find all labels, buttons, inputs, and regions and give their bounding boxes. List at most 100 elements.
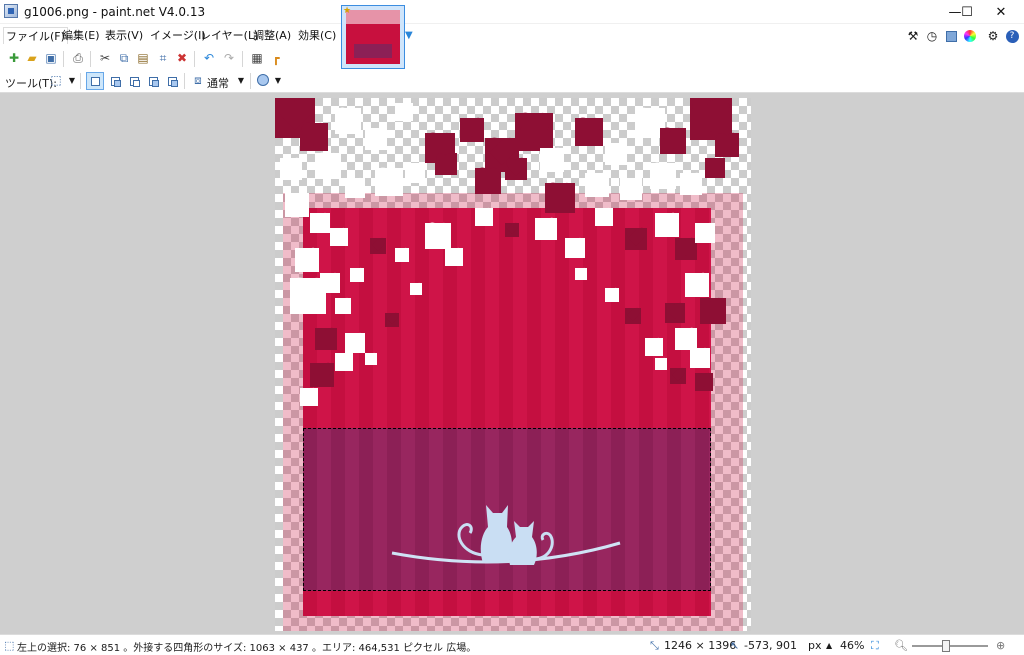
- selection-quality-icon[interactable]: ⧈: [190, 72, 206, 88]
- heart-shape: [705, 158, 725, 178]
- heart-shape: [295, 248, 319, 272]
- heart-shape: [540, 148, 564, 172]
- redo-icon[interactable]: ↷: [221, 50, 237, 66]
- settings-gear-icon[interactable]: ⚙: [985, 28, 1001, 44]
- selection-mode-exclude-button[interactable]: [125, 72, 143, 90]
- zoom-in-icon[interactable]: ⊕: [996, 639, 1005, 652]
- image-canvas[interactable]: [275, 98, 751, 631]
- canvas-workspace[interactable]: [0, 93, 1024, 634]
- close-button[interactable]: ✕: [978, 0, 1024, 24]
- crop-icon[interactable]: ⌗: [155, 50, 171, 66]
- units-selector[interactable]: px: [808, 639, 822, 652]
- heart-shape: [385, 313, 399, 327]
- heart-shape: [395, 103, 413, 121]
- selection-marquee[interactable]: [303, 428, 711, 591]
- heart-shape: [300, 123, 328, 151]
- heart-shape: [280, 158, 302, 180]
- heart-shape: [395, 248, 409, 262]
- menu-edit[interactable]: 編集(E): [62, 27, 100, 44]
- heart-shape: [335, 108, 361, 134]
- selection-mode-intersect-button[interactable]: [144, 72, 162, 90]
- layers-window-icon[interactable]: [943, 28, 959, 44]
- selection-mode-replace-button[interactable]: [86, 72, 104, 90]
- heart-shape: [655, 213, 679, 237]
- print-icon[interactable]: ⎙: [70, 50, 86, 66]
- heart-shape: [285, 193, 309, 217]
- colors-window-icon[interactable]: [962, 28, 978, 44]
- open-file-icon[interactable]: ▰: [24, 50, 40, 66]
- heart-shape: [425, 223, 451, 249]
- toolbar-separator: [80, 73, 81, 89]
- selection-info: 左上の選択: 76 × 851 。外接する四角形のサイズ: 1063 × 437…: [17, 643, 477, 654]
- heart-shape: [310, 363, 334, 387]
- menu-view[interactable]: 表示(V): [105, 27, 143, 44]
- heart-shape: [695, 223, 715, 243]
- selection-mode-union-button[interactable]: [106, 72, 124, 90]
- heart-shape: [665, 303, 685, 323]
- heart-shape: [660, 128, 686, 154]
- heart-shape: [645, 338, 663, 356]
- cut-icon[interactable]: ✂: [97, 50, 113, 66]
- heart-shape: [595, 208, 613, 226]
- menu-layers[interactable]: レイヤー(L): [200, 27, 258, 44]
- zoom-slider-thumb[interactable]: [942, 640, 950, 652]
- heart-shape: [345, 178, 365, 198]
- grid-icon[interactable]: ▦: [249, 50, 265, 66]
- menu-image[interactable]: イメージ(I): [150, 27, 206, 44]
- undo-icon[interactable]: ↶: [201, 50, 217, 66]
- toolbar-separator: [250, 73, 251, 89]
- heart-shape: [405, 163, 425, 183]
- heart-shape: [625, 228, 647, 250]
- selection-mode-invert-button[interactable]: [163, 72, 181, 90]
- zoom-level[interactable]: 46%: [840, 639, 864, 652]
- heart-shape: [695, 373, 713, 391]
- title-bar: g1006.png - paint.net V4.0.13 — ☐ ✕: [0, 0, 1024, 24]
- zoom-slider-track[interactable]: [912, 645, 988, 647]
- heart-shape: [715, 133, 739, 157]
- main-toolbar: ✚ ▰ ▣ ⎙ ✂ ⧉ ▤ ⌗ ✖ ↶ ↷ ▦ ┏: [0, 47, 1024, 69]
- heart-shape: [565, 238, 585, 258]
- blend-mode-dropdown-arrow-icon[interactable]: ▼: [233, 72, 249, 88]
- menu-effects[interactable]: 効果(C): [298, 27, 336, 44]
- deselect-icon[interactable]: ✖: [174, 50, 190, 66]
- heart-shape: [375, 168, 403, 196]
- save-icon[interactable]: ▣: [43, 50, 59, 66]
- heart-shape: [365, 128, 387, 150]
- heart-shape: [655, 358, 667, 370]
- heart-shape: [335, 353, 353, 371]
- blend-mode-value[interactable]: 通常: [207, 75, 229, 91]
- heart-shape: [315, 328, 337, 350]
- heart-shape: [410, 283, 422, 295]
- tools-window-icon[interactable]: ⚒: [905, 28, 921, 44]
- antialias-dropdown-arrow-icon[interactable]: ▼: [270, 72, 286, 88]
- antialias-icon[interactable]: [255, 72, 271, 88]
- units-dropdown-arrow-icon[interactable]: ▲: [826, 641, 832, 650]
- cursor-position-icon: ↖: [730, 639, 740, 652]
- tool-dropdown-arrow-icon[interactable]: ▼: [64, 72, 80, 88]
- toolbar-separator: [184, 73, 185, 89]
- zoom-out-icon[interactable]: 🔍︎: [894, 639, 908, 652]
- heart-shape: [670, 368, 686, 384]
- heart-shape: [650, 163, 676, 189]
- heart-shape: [475, 208, 493, 226]
- heart-shape: [300, 388, 318, 406]
- copy-icon[interactable]: ⧉: [116, 50, 132, 66]
- heart-shape: [620, 178, 642, 200]
- heart-shape: [690, 348, 710, 368]
- history-window-icon[interactable]: ◷: [924, 28, 940, 44]
- selection-icon: ⬚: [4, 639, 15, 652]
- zoom-to-window-icon[interactable]: ⛶: [871, 639, 879, 653]
- help-icon[interactable]: ?: [1004, 28, 1020, 44]
- menu-file[interactable]: ファイル(F): [3, 27, 68, 44]
- heart-shape: [685, 273, 709, 297]
- heart-shape: [350, 268, 364, 282]
- new-file-icon[interactable]: ✚: [6, 50, 22, 66]
- rectangle-select-icon[interactable]: ⬚: [48, 72, 64, 88]
- paste-icon[interactable]: ▤: [135, 50, 151, 66]
- image-list-dropdown-icon[interactable]: ▼: [405, 30, 413, 41]
- ruler-icon[interactable]: ┏: [268, 50, 284, 66]
- heart-shape: [475, 168, 501, 194]
- menu-adjustments[interactable]: 調整(A): [253, 27, 291, 44]
- app-icon: [4, 4, 18, 18]
- heart-shape: [605, 288, 619, 302]
